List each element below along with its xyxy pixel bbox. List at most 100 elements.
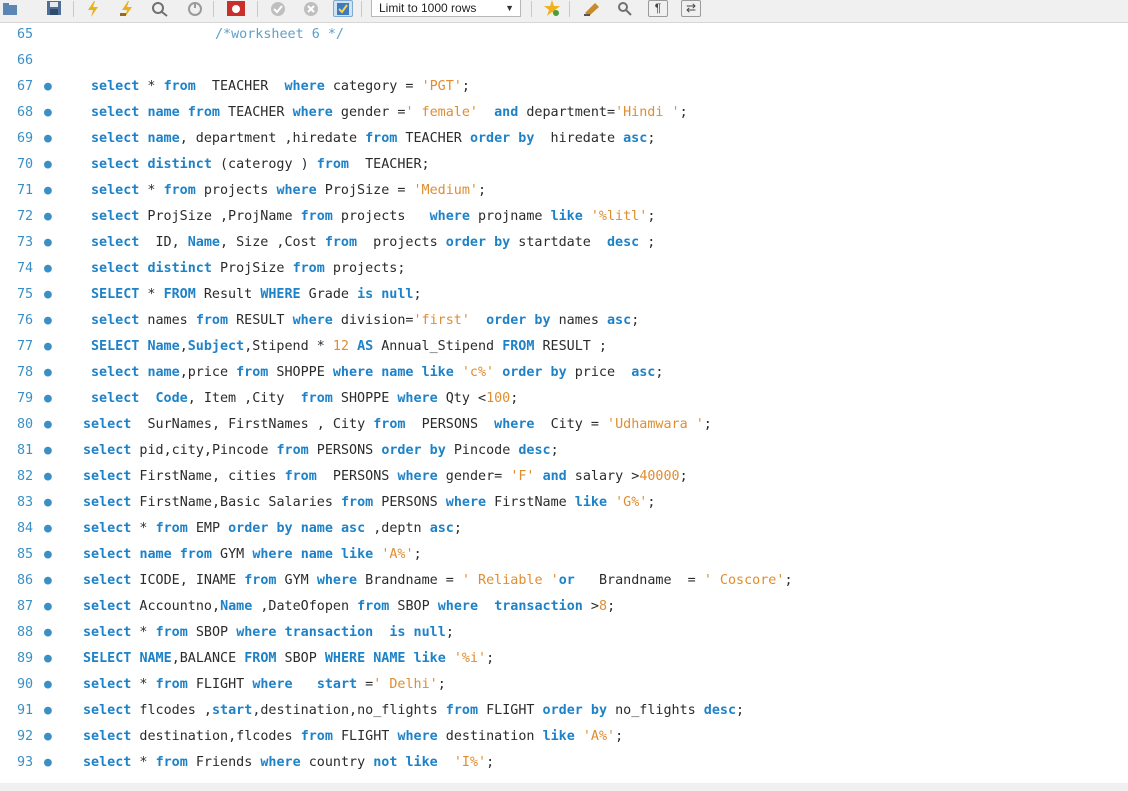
statement-marker-icon[interactable]: ● <box>44 386 52 412</box>
statement-marker-icon[interactable]: ● <box>44 464 52 490</box>
statement-marker-icon[interactable]: ● <box>44 152 52 178</box>
statement-marker-icon[interactable]: ● <box>44 646 52 672</box>
statement-marker-icon[interactable]: ● <box>44 308 52 334</box>
statement-marker-icon[interactable]: ● <box>44 204 52 230</box>
explain-icon[interactable] <box>150 0 170 17</box>
code-line[interactable]: 71 ● select * from projects where ProjSize… <box>0 178 1128 204</box>
statement-marker-icon[interactable]: ● <box>44 256 52 282</box>
statement-marker-icon[interactable]: ● <box>44 620 52 646</box>
code-line[interactable]: 75 ● SELECT * FROM Result WHERE Grade is n… <box>0 282 1128 308</box>
statement-marker-icon[interactable]: ● <box>44 334 52 360</box>
statement-marker-icon[interactable]: ● <box>44 542 52 568</box>
limit-rows-select[interactable]: Limit to 1000 rows ▼ <box>371 0 521 17</box>
execute-lightning-icon[interactable] <box>83 0 103 17</box>
statement-marker-icon[interactable]: ● <box>44 100 52 126</box>
code-text: select SurNames, FirstNames , City from … <box>83 417 712 432</box>
folder-icon[interactable] <box>0 0 20 17</box>
execute-current-icon[interactable] <box>117 0 137 17</box>
find-icon[interactable] <box>615 0 635 17</box>
statement-marker-icon[interactable]: ● <box>44 568 52 594</box>
code-text: select * from projects where ProjSize = … <box>91 183 487 198</box>
save-icon[interactable] <box>44 0 64 17</box>
toolbar-separator <box>531 1 532 17</box>
code-line[interactable]: 72 ● select ProjSize ,ProjName from projec… <box>0 204 1128 230</box>
statement-marker-icon[interactable]: ● <box>44 594 52 620</box>
code-line[interactable]: 84 ● select * from EMP order by name asc ,… <box>0 516 1128 542</box>
line-number: 67 <box>17 79 34 94</box>
chevron-down-icon: ▼ <box>505 3 514 13</box>
code-text: SELECT Name,Subject,Stipend * 12 AS Annu… <box>91 339 607 354</box>
code-line[interactable]: 92 ● select destination,flcodes from FLIGH… <box>0 724 1128 750</box>
code-line[interactable]: 81 ● select pid,city,Pincode from PERSONS … <box>0 438 1128 464</box>
code-line[interactable]: 86 ● select ICODE, INAME from GYM where Br… <box>0 568 1128 594</box>
invisible-chars-icon[interactable]: ¶ <box>648 0 668 17</box>
code-line[interactable]: 89 ● SELECT NAME,BALANCE FROM SBOP WHERE N… <box>0 646 1128 672</box>
statement-marker-icon[interactable]: ● <box>44 178 52 204</box>
code-line[interactable]: 91 ● select flcodes ,start,destination,no_… <box>0 698 1128 724</box>
statement-marker-icon[interactable]: ● <box>44 698 52 724</box>
code-text: /*worksheet 6 */ <box>215 27 344 42</box>
code-text: select * from Friends where country not … <box>83 755 495 770</box>
line-number: 76 <box>17 313 34 328</box>
line-number: 85 <box>17 547 34 562</box>
horizontal-scrollbar[interactable] <box>0 783 1128 791</box>
sql-editor[interactable]: 65 /*worksheet 6 */ 66 67 ● select * from TEA… <box>0 22 1128 791</box>
beautify-icon[interactable] <box>582 0 602 17</box>
code-text: select ProjSize ,ProjName from projects … <box>91 209 656 224</box>
statement-marker-icon[interactable]: ● <box>44 724 52 750</box>
line-number: 87 <box>17 599 34 614</box>
statement-marker-icon[interactable]: ● <box>44 230 52 256</box>
code-line[interactable]: 90 ● select * from FLIGHT where start =' D… <box>0 672 1128 698</box>
line-number: 91 <box>17 703 34 718</box>
statement-marker-icon[interactable]: ● <box>44 490 52 516</box>
commit-icon[interactable] <box>268 0 288 17</box>
rollback-icon[interactable] <box>301 0 321 17</box>
statement-marker-icon[interactable]: ● <box>44 412 52 438</box>
line-number: 72 <box>17 209 34 224</box>
toggle-error-icon[interactable] <box>226 0 246 17</box>
autocommit-icon[interactable] <box>333 0 353 17</box>
code-line[interactable]: 67 ● select * from TEACHER where category … <box>0 74 1128 100</box>
statement-marker-icon[interactable]: ● <box>44 516 52 542</box>
code-line[interactable]: 83 ● select FirstName,Basic Salaries from … <box>0 490 1128 516</box>
code-line[interactable]: 66 <box>0 48 1128 74</box>
code-line[interactable]: 76 ● select names from RESULT where divisi… <box>0 308 1128 334</box>
wrap-icon[interactable]: ⇄ <box>681 0 701 17</box>
code-line[interactable]: 74 ● select distinct ProjSize from project… <box>0 256 1128 282</box>
statement-marker-icon[interactable]: ● <box>44 750 52 776</box>
code-line[interactable]: 69 ● select name, department ,hiredate fro… <box>0 126 1128 152</box>
line-number: 66 <box>17 53 34 68</box>
code-line[interactable]: 82 ● select FirstName, cities from PERSONS… <box>0 464 1128 490</box>
statement-marker-icon[interactable]: ● <box>44 360 52 386</box>
statement-marker-icon[interactable]: ● <box>44 74 52 100</box>
toolbar-separator <box>569 1 570 17</box>
code-line[interactable]: 88 ● select * from SBOP where transaction … <box>0 620 1128 646</box>
code-line[interactable]: 78 ● select name,price from SHOPPE where n… <box>0 360 1128 386</box>
code-line[interactable]: 65 /*worksheet 6 */ <box>0 22 1128 48</box>
statement-marker-icon[interactable]: ● <box>44 282 52 308</box>
code-line[interactable]: 70 ● select distinct (caterogy ) from TEAC… <box>0 152 1128 178</box>
code-line[interactable]: 68 ● select name from TEACHER where gender… <box>0 100 1128 126</box>
code-line[interactable]: 73 ● select ID, Name, Size ,Cost from proj… <box>0 230 1128 256</box>
line-number: 83 <box>17 495 34 510</box>
code-text: select ID, Name, Size ,Cost from project… <box>91 235 656 250</box>
line-number: 69 <box>17 131 34 146</box>
line-number: 80 <box>17 417 34 432</box>
code-text: select distinct ProjSize from projects; <box>91 261 406 276</box>
statement-marker-icon[interactable]: ● <box>44 672 52 698</box>
code-line[interactable]: 80 ● select SurNames, FirstNames , City fr… <box>0 412 1128 438</box>
code-text: select destination,flcodes from FLIGHT w… <box>83 729 624 744</box>
toolbar-separator <box>361 1 362 17</box>
code-text: select ICODE, INAME from GYM where Brand… <box>83 573 793 588</box>
code-line[interactable]: 77 ● SELECT Name,Subject,Stipend * 12 AS A… <box>0 334 1128 360</box>
code-line[interactable]: 93 ● select * from Friends where country n… <box>0 750 1128 776</box>
line-number: 82 <box>17 469 34 484</box>
code-line[interactable]: 85 ● select name from GYM where name like … <box>0 542 1128 568</box>
stop-icon[interactable] <box>185 0 205 17</box>
code-line[interactable]: 79 ● select Code, Item ,City from SHOPPE w… <box>0 386 1128 412</box>
statement-marker-icon[interactable]: ● <box>44 438 52 464</box>
bookmark-star-icon[interactable] <box>542 0 562 17</box>
code-line[interactable]: 87 ● select Accountno,Name ,DateOfopen fro… <box>0 594 1128 620</box>
line-number: 88 <box>17 625 34 640</box>
statement-marker-icon[interactable]: ● <box>44 126 52 152</box>
